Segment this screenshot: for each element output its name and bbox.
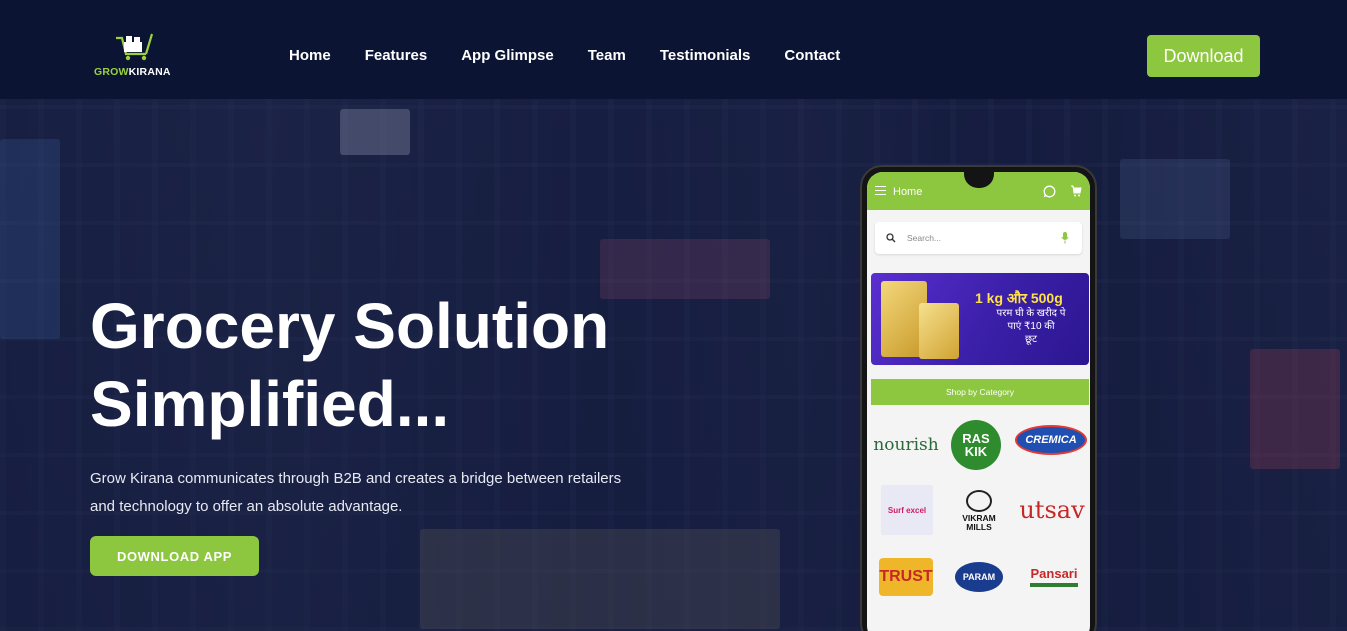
phone-mockup: Home Search... 1 kg और 500g परम घी के खर… <box>860 165 1097 631</box>
search-placeholder: Search... <box>907 233 942 243</box>
top-navbar: GROWKIRANA Home Features App Glimpse Tea… <box>0 0 1347 99</box>
brand-surf-excel[interactable]: Surf excel <box>881 485 933 535</box>
whatsapp-icon[interactable] <box>1043 185 1056 198</box>
search-icon <box>886 233 896 243</box>
brand-trust[interactable]: TRUST <box>879 558 933 596</box>
vikram-logo-icon <box>966 490 992 512</box>
nav-link-contact[interactable]: Contact <box>784 47 840 64</box>
brand-nourish[interactable]: nourish <box>869 422 943 468</box>
ghee-pack-image <box>919 303 959 359</box>
brand-cremica[interactable]: CREMICA <box>1015 425 1087 455</box>
background-shelf <box>0 139 60 339</box>
brand-utsav[interactable]: utsav <box>1017 490 1087 530</box>
nav-links: Home Features App Glimpse Team Testimoni… <box>289 47 874 64</box>
growkirana-logo[interactable]: GROWKIRANA <box>94 32 174 80</box>
app-bar-title: Home <box>893 186 923 198</box>
download-button[interactable]: Download <box>1147 35 1260 77</box>
pansari-underline <box>1030 582 1078 587</box>
background-shelf <box>1250 349 1340 469</box>
category-header-label: Shop by Category <box>945 387 1015 397</box>
logo-text: GROWKIRANA <box>94 66 171 78</box>
hero-section: Grocery Solution Simplified... Grow Kira… <box>0 99 1347 631</box>
brand-vikram-mills[interactable]: VIKRAM MILLS <box>955 484 1003 538</box>
download-app-button[interactable]: DOWNLOAD APP <box>90 536 259 576</box>
brand-param[interactable]: PARAM <box>955 562 1003 592</box>
brand-raskik[interactable]: RAS KIK <box>951 420 1001 470</box>
nav-link-home[interactable]: Home <box>289 47 331 64</box>
phone-screen: Home Search... 1 kg और 500g परम घी के खर… <box>867 172 1090 631</box>
hamburger-menu-icon[interactable] <box>875 186 886 195</box>
banner-headline: 1 kg और 500g <box>975 290 1063 306</box>
nav-link-features[interactable]: Features <box>365 47 428 64</box>
promo-banner[interactable]: 1 kg और 500g परम घी के खरीद पे पाएं ₹10 … <box>871 273 1089 365</box>
brand-pansari[interactable]: Pansari <box>1025 556 1083 596</box>
nav-link-testimonials[interactable]: Testimonials <box>660 47 751 64</box>
cart-icon <box>116 33 154 61</box>
background-shelf <box>420 529 780 629</box>
nav-link-app-glimpse[interactable]: App Glimpse <box>461 47 554 64</box>
category-header: Shop by Category <box>871 379 1089 405</box>
banner-subtext: परम घी के खरीद पे पाएं ₹10 की छूट <box>996 308 1066 345</box>
microphone-icon[interactable] <box>1061 232 1069 244</box>
hero-description: Grow Kirana communicates through B2B and… <box>90 470 622 515</box>
hero-title: Grocery Solution Simplified... <box>90 290 610 440</box>
search-bar[interactable]: Search... <box>875 222 1082 254</box>
background-shelf <box>1120 159 1230 239</box>
nav-link-team[interactable]: Team <box>588 47 626 64</box>
cart-icon[interactable] <box>1070 185 1082 197</box>
background-shelf <box>340 109 410 155</box>
